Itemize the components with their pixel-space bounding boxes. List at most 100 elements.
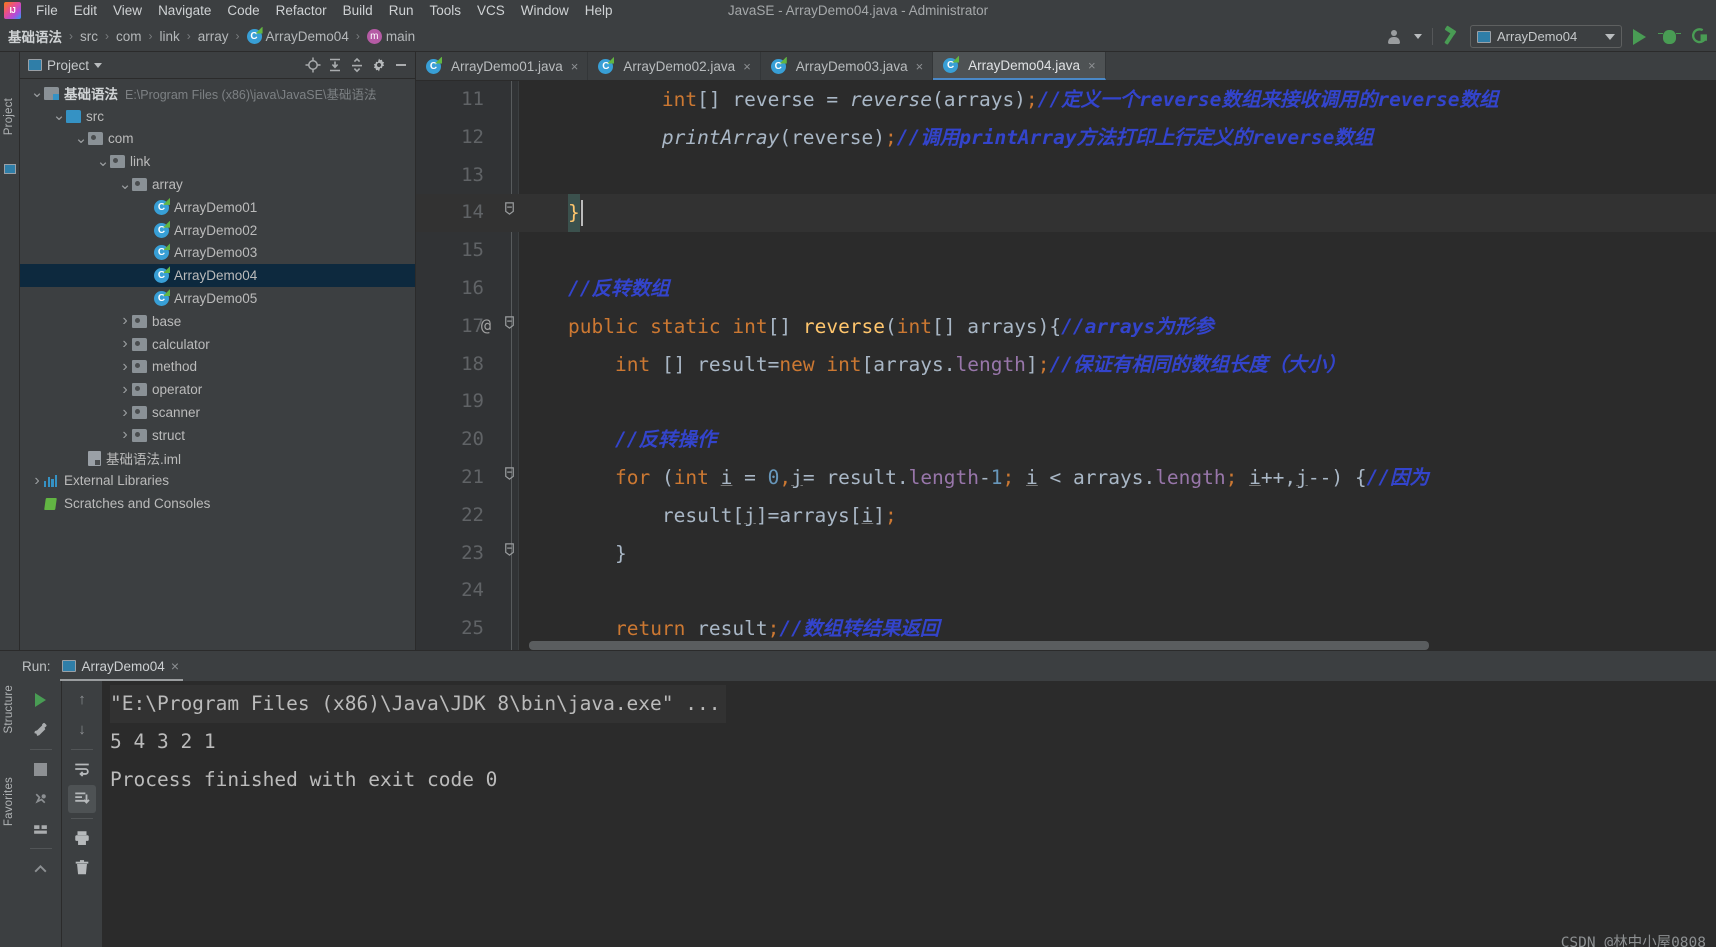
menu-file[interactable]: File xyxy=(28,2,66,19)
tree-item-scanner[interactable]: › scanner xyxy=(20,401,415,424)
code-line[interactable]: 15 xyxy=(416,232,1716,270)
chevron-right-icon[interactable]: › xyxy=(30,472,44,490)
code-line[interactable]: 19 xyxy=(416,383,1716,421)
tree-item-基础语法.iml[interactable]: 基础语法.iml xyxy=(20,447,415,470)
tree-item-method[interactable]: › method xyxy=(20,356,415,379)
sidebar-tab-favorites[interactable]: Favorites xyxy=(3,777,15,826)
grid-icon[interactable] xyxy=(27,815,55,843)
code-line[interactable]: 20 //反转操作 xyxy=(416,421,1716,459)
breadcrumb-item-com[interactable]: com xyxy=(114,29,144,44)
chevron-down-icon[interactable]: ⌄ xyxy=(96,154,110,169)
menu-navigate[interactable]: Navigate xyxy=(150,2,219,19)
code-line[interactable]: 24 xyxy=(416,572,1716,610)
breadcrumb-item-link[interactable]: link xyxy=(158,29,182,44)
hammer-icon[interactable] xyxy=(1440,25,1466,49)
tree-item-struct[interactable]: › struct xyxy=(20,424,415,447)
tree-item-Scratches and Consoles[interactable]: Scratches and Consoles xyxy=(20,492,415,515)
tree-item-array[interactable]: ⌄ array xyxy=(20,173,415,196)
code-editor[interactable]: 11 int[] reverse = reverse (arrays);//定义一… xyxy=(416,81,1716,650)
code-line[interactable]: 16 //反转数组 xyxy=(416,270,1716,308)
close-icon[interactable]: × xyxy=(916,59,924,74)
fold-collapse-icon[interactable] xyxy=(500,308,518,346)
close-icon[interactable]: × xyxy=(171,658,179,674)
breadcrumb-item-src[interactable]: src xyxy=(78,29,100,44)
expand-icon[interactable] xyxy=(27,854,55,882)
chevron-down-icon[interactable]: ⌄ xyxy=(74,131,88,146)
sidebar-tab-structure[interactable]: Structure xyxy=(3,685,15,733)
tree-item-com[interactable]: ⌄ com xyxy=(20,128,415,151)
editor-tabs[interactable]: ArrayDemo01.java×ArrayDemo02.java×ArrayD… xyxy=(416,52,1716,81)
chevron-right-icon[interactable]: › xyxy=(118,335,132,353)
chevron-right-icon[interactable]: › xyxy=(118,358,132,376)
menu-edit[interactable]: Edit xyxy=(66,2,105,19)
up-icon[interactable] xyxy=(68,686,96,714)
soft-wrap-icon[interactable] xyxy=(68,755,96,783)
down-icon[interactable] xyxy=(68,716,96,744)
tree-item-ArrayDemo04[interactable]: ArrayDemo04 xyxy=(20,264,415,288)
debug-icon[interactable] xyxy=(1656,25,1682,49)
hide-icon[interactable] xyxy=(391,55,411,75)
code-line[interactable]: 13 xyxy=(416,157,1716,195)
menu-run[interactable]: Run xyxy=(381,2,422,19)
menu-view[interactable]: View xyxy=(105,2,150,19)
chevron-right-icon[interactable]: › xyxy=(118,381,132,399)
settings-icon[interactable] xyxy=(27,716,55,744)
person-icon[interactable] xyxy=(1381,25,1407,49)
stop-icon[interactable] xyxy=(27,755,55,783)
tree-item-基础语法[interactable]: ⌄ 基础语法 E:\Program Files (x86)\java\JavaSE\… xyxy=(20,82,415,105)
code-line[interactable]: 18 int [] result= new int [arrays. length];… xyxy=(416,346,1716,384)
chevron-down-icon[interactable]: ⌄ xyxy=(30,85,44,100)
expand-all-icon[interactable] xyxy=(325,55,345,75)
breadcrumb-item-ArrayDemo04[interactable]: ArrayDemo04 xyxy=(245,28,351,44)
menu-window[interactable]: Window xyxy=(513,2,577,19)
chevron-right-icon[interactable]: › xyxy=(118,426,132,444)
gutter-annotation-icon[interactable]: @ xyxy=(474,308,498,346)
tree-item-operator[interactable]: › operator xyxy=(20,378,415,401)
chevron-down-icon[interactable] xyxy=(1411,25,1425,49)
code-line[interactable]: 23 } xyxy=(416,535,1716,573)
close-icon[interactable]: × xyxy=(571,59,579,74)
menu-build[interactable]: Build xyxy=(335,2,381,19)
tree-item-base[interactable]: › base xyxy=(20,310,415,333)
chevron-down-icon[interactable] xyxy=(94,62,103,68)
tree-item-ArrayDemo05[interactable]: ArrayDemo05 xyxy=(20,287,415,310)
rerun-icon[interactable] xyxy=(27,686,55,714)
tree-item-calculator[interactable]: › calculator xyxy=(20,333,415,356)
close-icon[interactable]: × xyxy=(1088,58,1096,73)
editor-horizontal-scrollbar[interactable] xyxy=(529,641,1716,650)
locate-icon[interactable] xyxy=(303,55,323,75)
tree-item-src[interactable]: ⌄ src xyxy=(20,105,415,128)
pin-icon[interactable] xyxy=(27,785,55,813)
gear-icon[interactable] xyxy=(369,55,389,75)
menu-code[interactable]: Code xyxy=(219,2,267,19)
tree-item-External Libraries[interactable]: › External Libraries xyxy=(20,470,415,493)
chevron-right-icon[interactable]: › xyxy=(118,404,132,422)
tree-item-ArrayDemo02[interactable]: ArrayDemo02 xyxy=(20,219,415,242)
collapse-all-icon[interactable] xyxy=(347,55,367,75)
menu-refactor[interactable]: Refactor xyxy=(268,2,335,19)
breadcrumb-item-main[interactable]: main xyxy=(365,28,417,44)
menu-help[interactable]: Help xyxy=(577,2,621,19)
editor-tab-ArrayDemo03[interactable]: ArrayDemo03.java × xyxy=(761,52,934,80)
coverage-icon[interactable] xyxy=(1686,25,1712,49)
editor-tab-ArrayDemo02[interactable]: ArrayDemo02.java × xyxy=(588,52,761,80)
tree-item-ArrayDemo03[interactable]: ArrayDemo03 xyxy=(20,242,415,265)
breadcrumb-item-array[interactable]: array xyxy=(196,29,231,44)
code-line[interactable]: 22 result[j]=arrays[i]; xyxy=(416,497,1716,535)
run-icon[interactable] xyxy=(1626,25,1652,49)
clear-all-icon[interactable] xyxy=(68,854,96,882)
fold-end-icon[interactable] xyxy=(500,535,518,573)
breadcrumb-item-基础语法[interactable]: 基础语法 xyxy=(6,26,64,46)
tree-item-ArrayDemo01[interactable]: ArrayDemo01 xyxy=(20,196,415,219)
editor-tab-ArrayDemo04[interactable]: ArrayDemo04.java × xyxy=(933,52,1106,80)
sidebar-tab-project[interactable]: Project xyxy=(3,98,15,135)
menu-vcs[interactable]: VCS xyxy=(469,2,513,19)
code-line[interactable]: 17 @ public static int[] reverse(int[] arr… xyxy=(416,308,1716,346)
editor-tab-ArrayDemo01[interactable]: ArrayDemo01.java × xyxy=(416,52,589,80)
chevron-down-icon[interactable]: ⌄ xyxy=(52,108,66,123)
project-tree[interactable]: ⌄ 基础语法 E:\Program Files (x86)\java\JavaSE\… xyxy=(20,79,415,650)
print-icon[interactable] xyxy=(68,824,96,852)
run-tab-arraydemo04[interactable]: ArrayDemo04 × xyxy=(59,652,184,681)
fold-collapse-icon[interactable] xyxy=(500,459,518,497)
close-icon[interactable]: × xyxy=(743,59,751,74)
